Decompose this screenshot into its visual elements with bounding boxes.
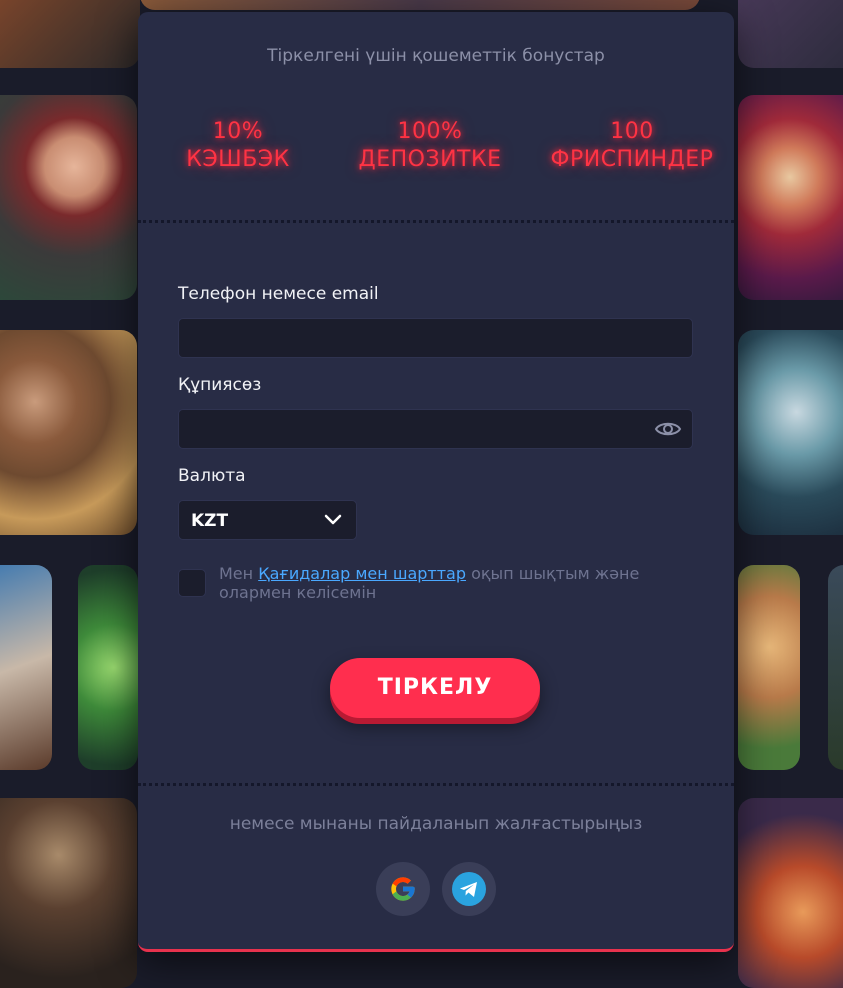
register-button[interactable]: ТІРКЕЛУ (330, 658, 540, 718)
terms-checkbox[interactable] (178, 569, 206, 597)
game-tile (140, 0, 700, 10)
divider (138, 220, 734, 223)
phone-email-input[interactable] (178, 318, 693, 358)
eye-icon[interactable] (654, 419, 682, 439)
divider (138, 783, 734, 786)
game-tile (828, 565, 843, 770)
terms-link[interactable]: Қағидалар мен шарттар (258, 564, 466, 583)
game-tile (0, 0, 140, 68)
terms-agreement-text: Мен Қағидалар мен шарттар оқып шықтым жә… (219, 564, 689, 602)
phone-email-label: Телефон немесе email (178, 284, 379, 304)
google-icon (391, 877, 415, 901)
game-tile (0, 565, 52, 770)
game-tile (738, 0, 843, 68)
bonus-value: 100% (397, 119, 463, 144)
currency-select[interactable]: KZT (178, 500, 357, 540)
bonus-value: 100 (610, 119, 654, 144)
google-login-button[interactable] (376, 862, 430, 916)
bonus-label: КЭШБЭК (186, 147, 290, 172)
bonus-cashback: 10% КЭШБЭК (168, 118, 308, 174)
bonus-list: 10% КЭШБЭК 100% ДЕПОЗИТКЕ 100 ФРИСПИНДЕР (138, 118, 734, 188)
welcome-bonus-title: Тіркелгені үшін қошеметтік бонустар (267, 46, 605, 66)
game-tile (0, 330, 137, 535)
game-tile (0, 95, 137, 300)
bonus-value: 10% (212, 119, 264, 144)
game-tile (738, 798, 843, 988)
password-label: Құпиясөз (178, 375, 262, 395)
game-tile (0, 798, 137, 988)
game-tile (738, 95, 843, 300)
bonus-deposit: 100% ДЕПОЗИТКЕ (350, 118, 510, 174)
game-tile (738, 330, 843, 535)
telegram-icon (452, 872, 486, 906)
game-tile (738, 565, 800, 770)
currency-label: Валюта (178, 466, 246, 486)
registration-card: Тіркелгені үшін қошеметтік бонустар 10% … (138, 12, 734, 952)
bonus-freespins: 100 ФРИСПИНДЕР (536, 118, 728, 174)
chevron-down-icon (324, 514, 342, 525)
social-login-caption: немесе мынаны пайдаланып жалғастырыңыз (229, 814, 643, 834)
terms-prefix: Мен (219, 564, 259, 583)
game-tile (78, 565, 138, 770)
bonus-label: ДЕПОЗИТКЕ (358, 147, 502, 172)
telegram-login-button[interactable] (442, 862, 496, 916)
bonus-label: ФРИСПИНДЕР (550, 147, 714, 172)
password-input[interactable] (178, 409, 693, 449)
currency-value: KZT (191, 511, 229, 531)
